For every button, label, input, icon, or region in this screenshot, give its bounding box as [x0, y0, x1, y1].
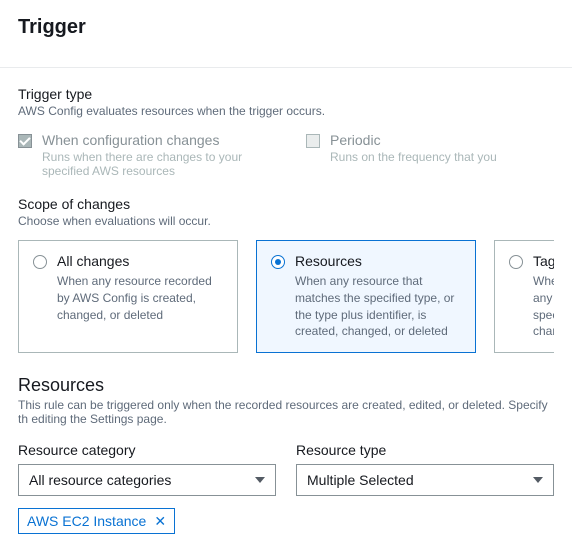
select-value: All resource categories	[29, 472, 171, 488]
trigger-option-periodic: Periodic Runs on the frequency that you	[306, 132, 554, 178]
page-title: Trigger	[18, 0, 554, 49]
trigger-option-desc: Runs on the frequency that you	[330, 150, 497, 164]
radio-icon	[509, 255, 523, 269]
scope-option-title: Tags	[533, 253, 554, 269]
chevron-down-icon	[255, 477, 265, 483]
scope-option-resources[interactable]: Resources When any resource that matches…	[256, 240, 476, 353]
resources-title: Resources	[18, 375, 554, 396]
trigger-option-desc: Runs when there are changes to your spec…	[42, 150, 266, 178]
radio-icon	[271, 255, 285, 269]
scope-label: Scope of changes	[18, 196, 554, 212]
scope-option-title: All changes	[57, 253, 223, 269]
scope-option-desc: When any specifi chang	[533, 273, 554, 340]
trigger-type-desc: AWS Config evaluates resources when the …	[18, 104, 554, 118]
tag-label: AWS EC2 Instance	[27, 513, 146, 529]
scope-option-desc: When any resource that matches the speci…	[295, 273, 461, 340]
resource-type-select[interactable]: Multiple Selected	[296, 464, 554, 496]
resource-category-label: Resource category	[18, 442, 276, 458]
select-value: Multiple Selected	[307, 472, 414, 488]
trigger-option-config-changes: When configuration changes Runs when the…	[18, 132, 266, 178]
resources-desc: This rule can be triggered only when the…	[18, 398, 554, 426]
scope-desc: Choose when evaluations will occur.	[18, 214, 554, 228]
trigger-option-title: When configuration changes	[42, 132, 266, 148]
chevron-down-icon	[533, 477, 543, 483]
scope-option-title: Resources	[295, 253, 461, 269]
scope-option-all-changes[interactable]: All changes When any resource recorded b…	[18, 240, 238, 353]
scope-option-tags[interactable]: Tags When any specifi chang	[494, 240, 554, 353]
trigger-option-title: Periodic	[330, 132, 497, 148]
scope-option-desc: When any resource recorded by AWS Config…	[57, 273, 223, 323]
checkbox-icon	[18, 134, 32, 148]
resource-tag: AWS EC2 Instance ✕	[18, 508, 175, 534]
trigger-type-label: Trigger type	[18, 86, 554, 102]
radio-icon	[33, 255, 47, 269]
close-icon[interactable]: ✕	[154, 514, 166, 528]
divider	[0, 67, 572, 68]
checkbox-icon	[306, 134, 320, 148]
resource-category-select[interactable]: All resource categories	[18, 464, 276, 496]
resource-type-label: Resource type	[296, 442, 554, 458]
